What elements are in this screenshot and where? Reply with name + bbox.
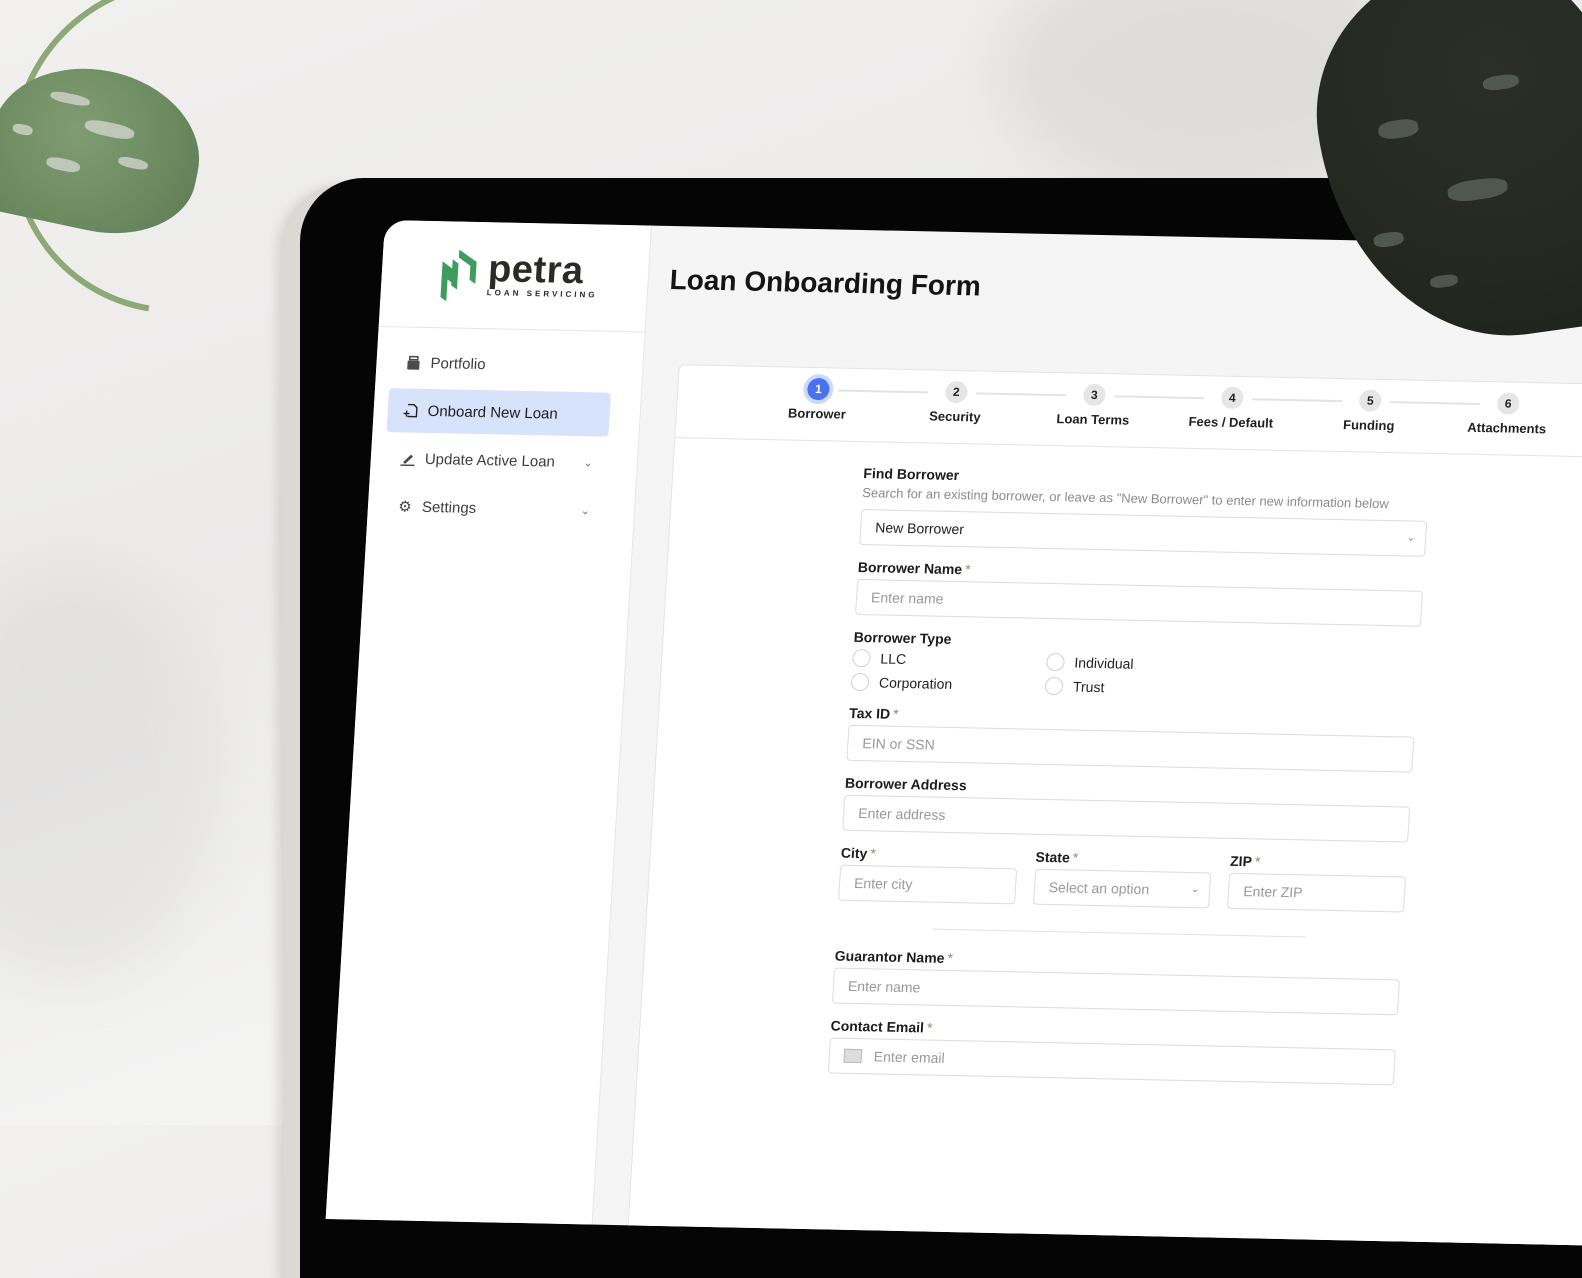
sidebar-nav: Portfolio Onboard New Loan Update Active… (380, 340, 613, 536)
background-shadow (0, 560, 220, 980)
zip-field: ZIP * Enter ZIP (1227, 853, 1407, 913)
borrower-type-radio-group: LLC Individual Corporation Trust (850, 648, 1419, 703)
borrower-form: Find Borrower Search for an existing bor… (827, 465, 1430, 1099)
step-label: Loan Terms (1056, 411, 1130, 428)
step-borrower[interactable]: 1 Borrower (757, 377, 880, 422)
gear-icon: ⚙ (397, 498, 413, 516)
required-marker: * (926, 1019, 933, 1036)
file-plus-icon (401, 401, 420, 419)
required-marker: * (964, 561, 972, 578)
required-marker: * (892, 705, 900, 722)
sidebar-item-label: Portfolio (430, 354, 487, 373)
state-label: State * (1035, 848, 1079, 866)
folder-open-icon (404, 353, 423, 371)
sidebar-item-label: Settings (421, 498, 477, 517)
petra-logo-icon (440, 249, 477, 302)
chevron-down-icon[interactable]: ⌄ (580, 504, 590, 517)
step-fees-default[interactable]: 4 Fees / Default (1170, 386, 1293, 431)
radio-trust[interactable]: Trust (1044, 676, 1239, 699)
state-field: State * Select an option ⌄ (1032, 848, 1213, 909)
borrower-type-field: Borrower Type LLC Individual Corporation… (850, 629, 1421, 703)
page-title: Loan Onboarding Form (668, 263, 982, 302)
contact-email-input[interactable]: Enter email (827, 1037, 1396, 1086)
step-number: 6 (1496, 392, 1520, 415)
main-content: Loan Onboarding Form 1 Borrower 2 Securi… (592, 226, 1582, 1247)
city-field: City * Enter city (838, 845, 1018, 905)
step-label: Attachments (1466, 419, 1547, 437)
zip-input[interactable]: Enter ZIP (1227, 872, 1407, 913)
borrower-name-input[interactable]: Enter name (855, 578, 1424, 627)
petra-logo[interactable]: petra LOAN SERVICING (436, 243, 600, 306)
find-borrower-select[interactable]: New Borrower ⌄ (859, 509, 1428, 557)
state-select[interactable]: Select an option ⌄ (1032, 868, 1212, 909)
sidebar-item-update-active-loan[interactable]: Update Active Loan ⌄ (384, 436, 609, 485)
stepper: 1 Borrower 2 Security 3 Loan Terms 4 Fee… (675, 365, 1582, 460)
guarantor-name-field: Guarantor Name * Enter name (831, 948, 1401, 1016)
sidebar-item-onboard-new-loan[interactable]: Onboard New Loan (386, 388, 611, 437)
tax-id-field: Tax ID * EIN or SSN (846, 705, 1415, 773)
sidebar-divider (378, 325, 645, 333)
city-label: City * (840, 844, 877, 862)
step-attachments[interactable]: 6 Attachments (1446, 391, 1569, 436)
step-security[interactable]: 2 Security (894, 380, 1017, 425)
chevron-down-icon[interactable]: ⌄ (583, 456, 593, 469)
sidebar-item-portfolio[interactable]: Portfolio (389, 340, 614, 389)
find-borrower-value: New Borrower (874, 519, 965, 538)
zip-label: ZIP * (1229, 852, 1261, 870)
brand-name: petra (486, 247, 585, 292)
step-number: 3 (1082, 383, 1106, 407)
radio-corporation[interactable]: Corporation (850, 672, 1046, 695)
borrower-address-input[interactable]: Enter address (842, 794, 1411, 843)
step-label: Security (928, 408, 982, 425)
sidebar-item-settings[interactable]: ⚙ Settings ⌄ (381, 484, 606, 533)
step-label: Borrower (787, 405, 847, 422)
city-state-zip-row: City * Enter city State * Select an option… (837, 845, 1407, 927)
borrower-address-field: Borrower Address Enter address (842, 775, 1411, 843)
required-marker: * (1072, 849, 1079, 866)
radio-circle[interactable] (1045, 652, 1065, 672)
app-screen: petra LOAN SERVICING Portfolio Onboard N… (325, 220, 1582, 1247)
radio-circle[interactable] (851, 648, 872, 668)
step-number: 2 (944, 380, 969, 404)
contact-email-field: Contact Email * Enter email (827, 1018, 1397, 1086)
required-marker: * (947, 949, 954, 967)
step-funding[interactable]: 5 Funding (1308, 388, 1431, 433)
chevron-down-icon: ⌄ (1190, 884, 1200, 896)
step-number: 1 (806, 377, 831, 401)
radio-circle[interactable] (850, 672, 870, 692)
radio-llc[interactable]: LLC (851, 648, 1047, 671)
required-marker: * (869, 845, 877, 862)
step-number: 5 (1358, 389, 1382, 412)
borrower-name-field: Borrower Name * Enter name (855, 559, 1424, 627)
required-marker: * (1254, 853, 1261, 870)
step-label: Fees / Default (1188, 413, 1274, 431)
tax-id-input[interactable]: EIN or SSN (846, 724, 1415, 773)
radio-circle[interactable] (1044, 676, 1064, 696)
guarantor-name-input[interactable]: Enter name (831, 967, 1400, 1016)
mail-icon (843, 1048, 863, 1064)
city-input[interactable]: Enter city (838, 864, 1017, 905)
brand-tagline: LOAN SERVICING (486, 287, 598, 299)
radio-individual[interactable]: Individual (1045, 652, 1241, 675)
sidebar-item-label: Update Active Loan (424, 450, 556, 471)
step-loan-terms[interactable]: 3 Loan Terms (1032, 383, 1155, 428)
find-borrower-field: Find Borrower Search for an existing bor… (859, 465, 1430, 557)
form-card: 1 Borrower 2 Security 3 Loan Terms 4 Fee… (625, 364, 1582, 1247)
step-number: 4 (1220, 386, 1244, 410)
section-divider (932, 928, 1307, 938)
pencil-icon (398, 449, 417, 467)
step-label: Funding (1342, 417, 1395, 434)
sidebar-item-label: Onboard New Loan (427, 402, 559, 423)
chevron-down-icon: ⌄ (1406, 532, 1416, 544)
